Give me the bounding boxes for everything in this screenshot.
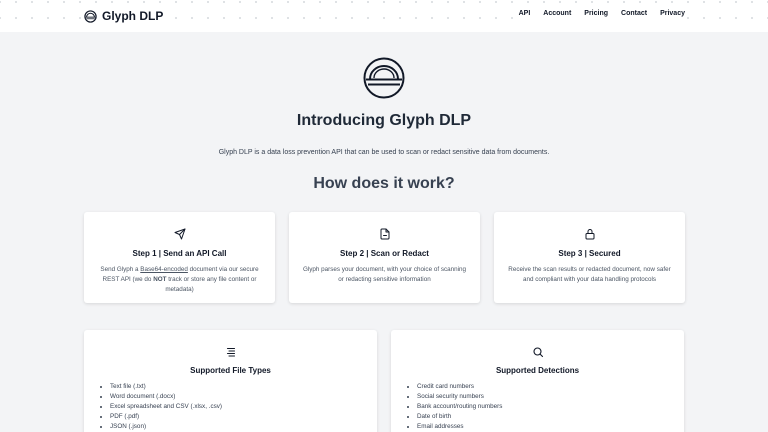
detections-list: Credit card numbers Social security numb… bbox=[417, 382, 502, 432]
glyph-logo-icon bbox=[84, 9, 97, 23]
list-item: Email addresses bbox=[417, 422, 502, 432]
file-types-list: Text file (.txt) Word document (.docx) E… bbox=[110, 382, 222, 432]
base64-link[interactable]: Base64-encoded bbox=[140, 266, 188, 273]
top-header: Glyph DLP API Account Pricing Contact Pr… bbox=[0, 0, 768, 32]
list-item: Social security numbers bbox=[417, 392, 502, 402]
step-card-1: Step 1 | Send an API Call Send Glyph a B… bbox=[84, 212, 275, 303]
glyph-hero-logo-icon bbox=[363, 57, 405, 99]
list-item: Date of birth bbox=[417, 412, 502, 422]
step-card-2: Step 2 | Scan or Redact Glyph parses you… bbox=[289, 212, 480, 303]
page-title: Introducing Glyph DLP bbox=[296, 112, 472, 129]
section-title: How does it work? bbox=[313, 175, 455, 192]
detections-card: Supported Detections Credit card numbers… bbox=[391, 330, 684, 432]
list-item: JSON (.json) bbox=[110, 422, 222, 432]
list-icon bbox=[226, 347, 235, 357]
step-body: Glyph parses your document, with your ch… bbox=[302, 266, 467, 283]
brand-name: Glyph DLP bbox=[102, 8, 166, 24]
nav-contact[interactable]: Contact bbox=[621, 9, 647, 19]
list-item: Excel spreadsheet and CSV (.xlsx, .csv) bbox=[110, 402, 222, 412]
nav-account[interactable]: Account bbox=[543, 9, 571, 19]
step-body: Receive the scan results or redacted doc… bbox=[508, 266, 671, 283]
send-icon bbox=[174, 228, 185, 240]
nav-api[interactable]: API bbox=[519, 9, 531, 19]
search-icon bbox=[532, 347, 543, 358]
list-item: PDF (.pdf) bbox=[110, 412, 222, 422]
main-nav: API Account Pricing Contact Privacy bbox=[518, 9, 685, 19]
brand-link[interactable]: Glyph DLP bbox=[84, 8, 166, 24]
step-title: Step 3 | Secured bbox=[558, 249, 621, 258]
feature-title: Supported Detections bbox=[495, 366, 580, 375]
step-title: Step 2 | Scan or Redact bbox=[340, 249, 429, 258]
list-item: Credit card numbers bbox=[417, 382, 502, 392]
step-body: Send Glyph a Base64-encoded document via… bbox=[100, 266, 259, 293]
nav-privacy[interactable]: Privacy bbox=[660, 9, 685, 19]
list-item: Word document (.docx) bbox=[110, 392, 222, 402]
file-types-card: Supported File Types Text file (.txt) Wo… bbox=[84, 330, 377, 432]
page-description: Glyph DLP is a data loss prevention API … bbox=[218, 149, 550, 156]
feature-title: Supported File Types bbox=[190, 366, 271, 375]
step-title: Step 1 | Send an API Call bbox=[132, 249, 227, 258]
list-item: Bank account/routing numbers bbox=[417, 402, 502, 412]
nav-pricing[interactable]: Pricing bbox=[584, 9, 608, 19]
lock-icon bbox=[585, 229, 594, 240]
document-icon bbox=[380, 228, 389, 240]
step-card-3: Step 3 | Secured Receive the scan result… bbox=[494, 212, 685, 303]
list-item: Text file (.txt) bbox=[110, 382, 222, 392]
